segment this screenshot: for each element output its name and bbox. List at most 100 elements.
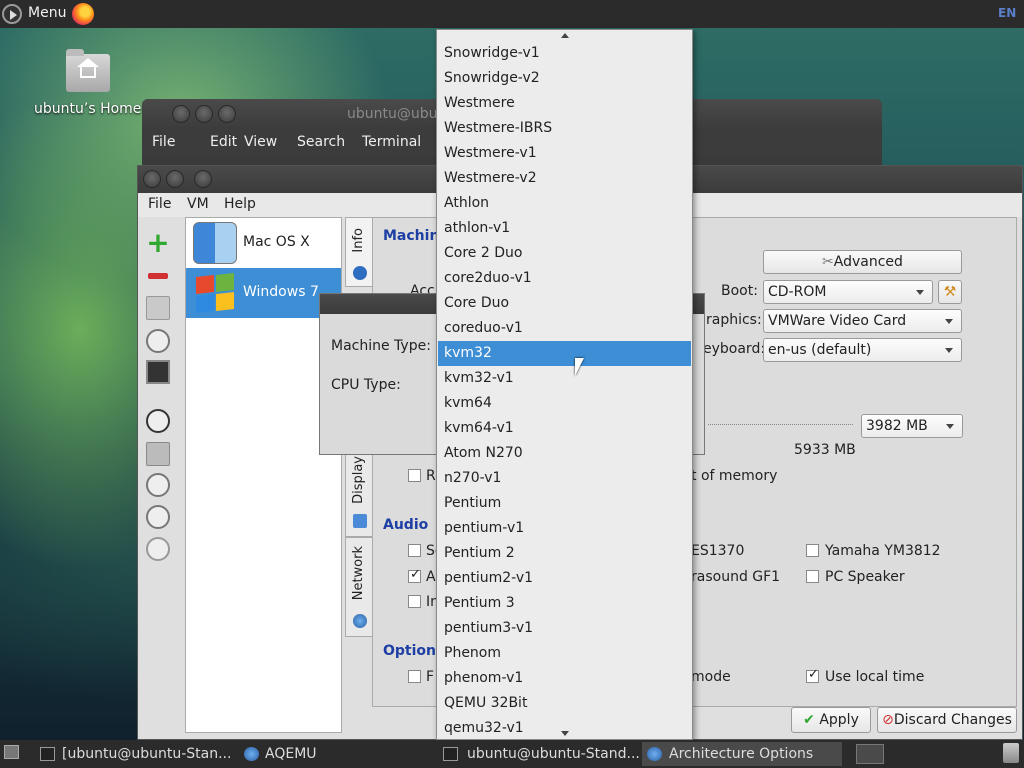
boot-select[interactable]: CD-ROM (763, 280, 933, 304)
cpu-option[interactable]: kvm64-v1 (438, 416, 691, 441)
task-terminal-1[interactable]: [ubuntu@ubuntu-Stan... (38, 742, 238, 766)
cpu-option[interactable]: athlon-v1 (438, 216, 691, 241)
home-folder-icon[interactable] (66, 49, 110, 94)
cpu-option[interactable]: pentium2-v1 (438, 566, 691, 591)
aqemu-icon (647, 747, 662, 761)
trash-icon[interactable] (1003, 743, 1019, 763)
pause-icon[interactable] (146, 473, 170, 497)
play-icon[interactable] (146, 409, 170, 433)
maximize-window-button[interactable] (194, 170, 212, 188)
use-local-time-checkbox[interactable] (806, 667, 819, 683)
memory-select[interactable]: 3982 MB (861, 414, 963, 438)
cpu-option[interactable]: Athlon (438, 191, 691, 216)
save-icon[interactable] (146, 442, 170, 466)
scroll-down-icon[interactable] (561, 731, 569, 736)
cpu-option[interactable]: phenom-v1 (438, 666, 691, 691)
apply-button[interactable]: ✔ Apply (791, 707, 871, 733)
cpu-option[interactable]: n270-v1 (438, 466, 691, 491)
keyboard-layout-indicator[interactable]: EN (998, 6, 1016, 20)
menu-help[interactable]: Help (224, 196, 256, 212)
cpu-option[interactable]: Snowridge-v1 (438, 41, 691, 66)
cpu-option[interactable]: Pentium 3 (438, 591, 691, 616)
console-icon[interactable] (146, 360, 170, 384)
firefox-icon[interactable] (72, 3, 94, 25)
cpu-option[interactable]: Core 2 Duo (438, 241, 691, 266)
audio-pcspeaker-checkbox[interactable] (806, 570, 819, 583)
clock-icon[interactable] (146, 329, 170, 353)
audio-gus-label: rasound GF1 (691, 569, 781, 585)
vm-list-item-windows-7[interactable]: Windows 7 (186, 268, 341, 318)
workspace-switcher-icon[interactable] (856, 744, 884, 764)
cpu-option[interactable]: Westmere-v1 (438, 141, 691, 166)
audio-checkbox-sc[interactable] (408, 544, 421, 557)
task-architecture-options[interactable]: Architecture Options (642, 742, 842, 766)
cpu-option[interactable]: kvm64 (438, 391, 691, 416)
add-vm-icon[interactable]: + (146, 229, 170, 257)
menu-vm[interactable]: VM (187, 196, 209, 212)
hard-disk-icon[interactable] (146, 296, 170, 320)
options-checkbox-f[interactable] (408, 670, 421, 683)
cpu-option[interactable]: coreduo-v1 (438, 316, 691, 341)
cpu-option[interactable]: Atom N270 (438, 441, 691, 466)
mouse-cursor-icon (575, 358, 584, 376)
audio-checkbox-a[interactable] (408, 567, 421, 583)
cpu-option[interactable]: core2duo-v1 (438, 266, 691, 291)
graphics-select[interactable]: VMWare Video Card (763, 309, 962, 333)
cpu-option[interactable]: Pentium 2 (438, 541, 691, 566)
top-panel: Menu EN (0, 0, 1024, 28)
cpu-option[interactable]: pentium-v1 (438, 516, 691, 541)
home-folder-label[interactable]: ubuntu’s Home (34, 101, 141, 117)
cpu-option[interactable]: Phenom (438, 641, 691, 666)
audio-checkbox-in[interactable] (408, 595, 421, 608)
close-window-button[interactable] (143, 170, 161, 188)
cpu-option[interactable]: Westmere (438, 91, 691, 116)
tab-display[interactable]: Display (345, 447, 373, 537)
minimize-window-button[interactable] (195, 105, 213, 123)
vm-name: Mac OS X (243, 234, 310, 250)
windows-icon (196, 273, 236, 313)
cpu-option[interactable]: pentium3-v1 (438, 616, 691, 641)
cpu-option[interactable]: Westmere-v2 (438, 166, 691, 191)
terminal-menu-terminal[interactable]: Terminal (362, 134, 421, 150)
delete-vm-icon[interactable] (146, 264, 170, 288)
task-aqemu[interactable]: AQEMU (240, 742, 430, 766)
discard-changes-button[interactable]: ⊘Discard Changes (877, 707, 1017, 733)
maximize-window-button[interactable] (218, 105, 236, 123)
tab-info[interactable]: Info (345, 217, 373, 287)
info-icon (353, 266, 367, 280)
cpu-option[interactable]: Westmere-IBRS (438, 116, 691, 141)
cpu-type-dropdown[interactable]: Snowridge-v1 Snowridge-v2 Westmere Westmere… (436, 29, 693, 740)
advanced-button[interactable]: ✂Advanced (763, 250, 962, 274)
vm-list-item-mac-os-x[interactable]: Mac OS X (186, 218, 341, 268)
cpu-option[interactable]: qemu32-v1 (438, 716, 691, 739)
menu-button-label[interactable]: Menu (28, 5, 66, 21)
display-icon (353, 514, 367, 528)
terminal-menu-edit[interactable]: Edit (210, 134, 237, 150)
scroll-up-icon[interactable] (561, 33, 569, 38)
audio-yamaha-checkbox[interactable] (806, 544, 819, 557)
cpu-option[interactable]: Core Duo (438, 291, 691, 316)
stop-icon[interactable] (146, 505, 170, 529)
menu-file[interactable]: File (148, 196, 171, 212)
keyboard-select[interactable]: en-us (default) (763, 338, 962, 362)
cpu-option[interactable]: kvm32 (438, 341, 691, 366)
terminal-title: ubuntu@ubu (347, 106, 438, 122)
reset-icon[interactable] (146, 537, 170, 561)
cpu-option[interactable]: Pentium (438, 491, 691, 516)
close-window-button[interactable] (172, 105, 190, 123)
show-desktop-icon[interactable] (4, 745, 19, 759)
terminal-menu-view[interactable]: View (244, 134, 277, 150)
cpu-option[interactable]: QEMU 32Bit (438, 691, 691, 716)
terminal-menu-file[interactable]: File (152, 134, 175, 150)
cpu-option[interactable]: kvm32-v1 (438, 366, 691, 391)
cpu-option[interactable]: Snowridge-v2 (438, 66, 691, 91)
tab-network[interactable]: Network (345, 537, 373, 637)
audio-a-label: A (426, 569, 436, 585)
terminal-menu-search[interactable]: Search (297, 134, 345, 150)
memory-checkbox[interactable] (408, 469, 421, 482)
minimize-window-button[interactable] (166, 170, 184, 188)
task-terminal-2[interactable]: ubuntu@ubuntu-Stand... (440, 742, 640, 766)
boot-settings-icon[interactable]: ⚒ (938, 280, 962, 304)
menu-icon[interactable] (2, 4, 22, 24)
memory-slider[interactable] (708, 424, 853, 425)
